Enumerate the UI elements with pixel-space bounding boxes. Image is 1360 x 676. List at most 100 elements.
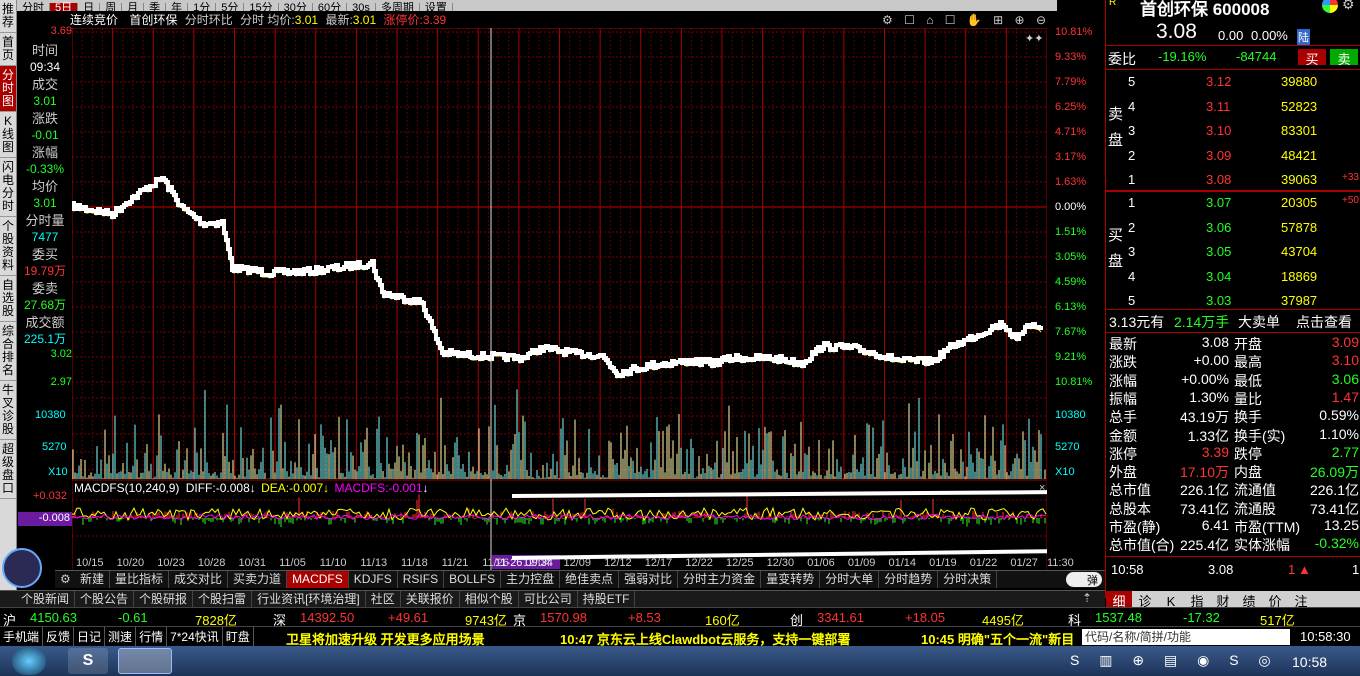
indicator-tab-5[interactable]: KDJFS (349, 571, 398, 588)
news-tab-1[interactable]: 个股公告 (75, 591, 135, 608)
period-tab-1[interactable]: 5日 (50, 3, 79, 11)
indicator-tab-15[interactable]: 分时决策 (938, 571, 998, 588)
index-4[interactable]: 科 1537.48 -17.32 517亿 (1065, 610, 1325, 628)
news-tab-7[interactable]: 相似个股 (460, 591, 519, 608)
nav-item-8[interactable]: 牛叉诊股 (0, 381, 16, 440)
limit-value: 3.39 (422, 13, 447, 27)
indicator-tab-10[interactable]: 强弱对比 (619, 571, 679, 588)
app-stock-icon[interactable] (118, 648, 172, 674)
app-s-icon[interactable]: S (68, 648, 108, 674)
expand-icon[interactable]: ⇡ (1082, 591, 1092, 605)
nav-item-5[interactable]: 个股资料 (0, 217, 16, 276)
indicator-tab-0[interactable]: 新建 (75, 571, 111, 588)
period-tab-9[interactable]: 15分 (244, 3, 279, 11)
ticker-item-4[interactable]: 行情 (136, 627, 168, 647)
macd-cursor-value: -0.008 (18, 512, 72, 526)
bid-row-5[interactable]: 5 3.03 37987 (1106, 293, 1360, 311)
period-tab-12[interactable]: 30s (347, 3, 376, 11)
period-tab-3[interactable]: 周 (100, 3, 123, 11)
period-tab-11[interactable]: 60分 (313, 3, 348, 11)
period-tab-14[interactable]: 设置 (420, 3, 453, 11)
period-tab-0[interactable]: 分时 (17, 3, 50, 11)
news-tab-3[interactable]: 个股扫雷 (193, 591, 253, 608)
buy-button[interactable]: 买 (1298, 49, 1326, 67)
indicator-tab-3[interactable]: 买卖力道 (228, 571, 288, 588)
ask-row-3[interactable]: 3 3.10 83301 (1106, 123, 1360, 141)
bid-row-2[interactable]: 2 3.06 57878 (1106, 220, 1360, 238)
index-0[interactable]: 沪 4150.63 -0.61 7828亿 (0, 610, 260, 628)
bid-row-1[interactable]: 1 3.07 20305 +50 (1106, 195, 1360, 213)
nav-item-4[interactable]: 闪电分时 (0, 158, 16, 217)
ticker-item-2[interactable]: 日记 (74, 627, 106, 647)
bid-volume: 37987 (1281, 293, 1318, 308)
time-value: 09:34 (29, 60, 61, 74)
nav-item-1[interactable]: 首页 (0, 33, 16, 66)
indicator-tab-2[interactable]: 成交对比 (169, 571, 229, 588)
period-tab-6[interactable]: 年 (166, 3, 189, 11)
period-tab-10[interactable]: 30分 (279, 3, 313, 11)
popup-toggle[interactable]: 弹 (1066, 572, 1102, 587)
indicator-tab-4[interactable]: MACDFS (287, 571, 349, 588)
nav-item-0[interactable]: 推荐 (0, 0, 16, 33)
period-tab-4[interactable]: 月 (122, 3, 145, 11)
nav-item-9[interactable]: 超级盘口 (0, 440, 16, 499)
taskbar-clock: 10:58 (1292, 654, 1328, 670)
ask-price: 3.10 (1206, 123, 1232, 138)
indicator-tab-7[interactable]: BOLLFS (444, 571, 502, 588)
big-order-row[interactable]: 3.13元有 2.14万手 大卖单 点击查看 (1106, 312, 1360, 330)
period-tab-13[interactable]: 多周期 (376, 3, 420, 11)
indicator-tab-6[interactable]: RSIFS (398, 571, 445, 588)
nav-item-7[interactable]: 综合排名 (0, 322, 16, 381)
news-tab-5[interactable]: 社区 (366, 591, 401, 608)
big-order-price: 3.13元有 (1109, 314, 1165, 330)
period-tab-8[interactable]: 5分 (216, 3, 245, 11)
news-tab-6[interactable]: 关联报价 (401, 591, 460, 608)
settings-icon[interactable]: ⚙ (1342, 0, 1355, 13)
date-label: 10/23 (157, 557, 185, 569)
ask-row-5[interactable]: 5 3.12 39880 (1106, 74, 1360, 92)
index-1[interactable]: 深 14392.50 +49.61 9743亿 (270, 610, 530, 628)
ask-row-1[interactable]: 1 3.08 39063 +33 (1106, 172, 1360, 190)
nav-item-6[interactable]: 自选股 (0, 276, 16, 322)
ask-delta: +33 (1342, 172, 1359, 183)
ticker-item-1[interactable]: 反馈 (43, 627, 75, 647)
big-order-link[interactable]: 点击查看 (1296, 312, 1352, 332)
news-tab-2[interactable]: 个股研报 (134, 591, 194, 608)
ticker-item-3[interactable]: 测速 (105, 627, 137, 647)
assistant-robot-icon[interactable] (2, 548, 42, 588)
tray-icons[interactable]: S ▥ ⊕ ▤ ◉ S ◎ (1070, 652, 1279, 669)
bid-row-3[interactable]: 3 3.05 43704 (1106, 244, 1360, 262)
sell-button[interactable]: 卖 (1330, 49, 1358, 67)
indicator-tab-9[interactable]: 绝佳卖点 (560, 571, 620, 588)
index-2[interactable]: 京 1570.98 +8.53 160亿 (510, 610, 770, 628)
period-tab-2[interactable]: 日 (78, 3, 101, 11)
period-tab-7[interactable]: 1分 (188, 3, 217, 11)
search-input[interactable]: 代码/名称/简拼/功能 (1082, 629, 1290, 645)
ticker-item-0[interactable]: 手机端 (0, 627, 44, 647)
nav-item-2[interactable]: 分时图 (0, 66, 16, 112)
indicator-tab-13[interactable]: 分时大单 (820, 571, 880, 588)
ask-row-4[interactable]: 4 3.11 52823 (1106, 99, 1360, 117)
index-3[interactable]: 创 3341.61 +18.05 4495亿 (787, 610, 1047, 628)
news-tab-9[interactable]: 持股ETF (578, 591, 636, 608)
period-tab-5[interactable]: 季 (144, 3, 167, 11)
indicator-tab-8[interactable]: 主力控盘 (501, 571, 561, 588)
indicator-tab-1[interactable]: 量比指标 (110, 571, 170, 588)
news-tab-0[interactable]: 个股新闻 (16, 591, 76, 608)
indicator-tab-14[interactable]: 分时趋势 (879, 571, 939, 588)
bid-row-4[interactable]: 4 3.04 18869 (1106, 269, 1360, 287)
nav-item-3[interactable]: K线图 (0, 112, 16, 158)
chart-tools[interactable]: ⚙ ☐ ⌂ ☐ ✋ ⊞ ⊕ ⊖ (882, 12, 1050, 28)
close-icon: × (1039, 482, 1045, 494)
indicator-tab-12[interactable]: 量变转势 (761, 571, 821, 588)
news-tab-8[interactable]: 可比公司 (519, 591, 578, 608)
ticker-item-6[interactable]: 盯盘 (223, 627, 254, 647)
news-tab-4[interactable]: 行业资讯[环境治理] (252, 591, 366, 608)
start-button[interactable] (12, 647, 46, 675)
indicator-tab-11[interactable]: 分时主力资金 (678, 571, 762, 588)
indicator-tabs: 新建 量比指标 成交对比 买卖力道 MACDFS KDJFS RSIFS BOLLFS 主力控盘… (55, 570, 1105, 588)
settings-small-icon[interactable]: ⚙ (60, 572, 71, 586)
ticker-item-5[interactable]: 7*24快讯 (167, 627, 223, 647)
intraday-chart[interactable]: 11-26 09:34 10/15 10/20 10/23 10/28 10/31 11/… (72, 28, 1047, 573)
ask-row-2[interactable]: 2 3.09 48421 (1106, 148, 1360, 166)
